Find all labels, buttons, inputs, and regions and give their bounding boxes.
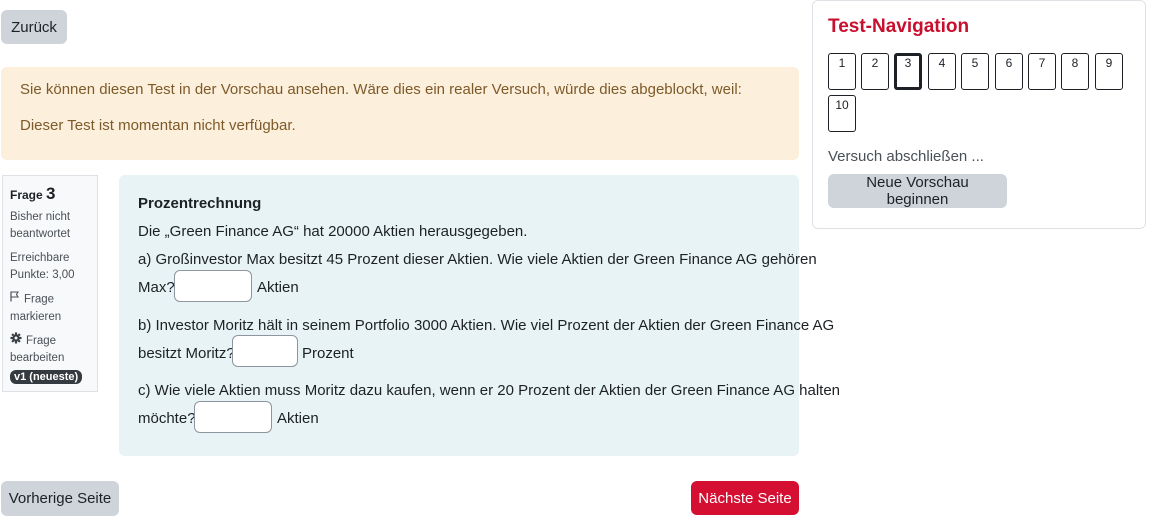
gear-icon <box>10 332 22 350</box>
answer-b-unit: Prozent <box>302 345 354 362</box>
test-navigation-title: Test-Navigation <box>828 16 970 37</box>
nav-page-10[interactable]: 10 <box>828 95 856 132</box>
answer-c-unit: Aktien <box>277 410 319 427</box>
subquestion-a-text-end: Max? <box>138 279 175 296</box>
answer-c-input[interactable] <box>194 401 272 433</box>
new-preview-button[interactable]: Neue Vorschau beginnen <box>828 174 1007 208</box>
subquestion-c-text: c) Wie viele Aktien muss Moritz dazu kau… <box>138 382 841 399</box>
question-info-panel: Frage 3 Bisher nicht beantwortet Erreich… <box>2 175 98 392</box>
flag-question-line2: markieren <box>10 310 62 323</box>
version-badge: v1 (neueste) <box>10 370 83 384</box>
question-number: Frage 3 <box>10 184 56 204</box>
answer-a-input[interactable] <box>174 270 252 302</box>
question-intro: Die „Green Finance AG“ hat 20000 Aktien … <box>138 223 528 240</box>
alert-reason: Dieser Test ist momentan nicht verfügbar… <box>20 117 296 134</box>
nav-page-3[interactable]: 3 <box>894 53 922 90</box>
flag-icon <box>10 291 20 308</box>
question-content: Prozentrechnung Die „Green Finance AG“ h… <box>119 175 840 456</box>
nav-page-7[interactable]: 7 <box>1028 53 1056 90</box>
answer-a-unit: Aktien <box>257 279 299 296</box>
preview-alert: Sie können diesen Test in der Vorschau a… <box>1 67 799 160</box>
subquestion-b-text: b) Investor Moritz hält in seinem Portfo… <box>138 317 835 334</box>
nav-page-4[interactable]: 4 <box>928 53 956 90</box>
subquestion-a-text: a) Großinvestor Max besitzt 45 Prozent d… <box>138 251 817 268</box>
back-button[interactable]: Zurück <box>1 10 67 44</box>
question-number-value: 3 <box>46 184 56 203</box>
question-grade-line1: Erreichbare <box>10 252 70 264</box>
question-grade: Erreichbare Punkte: 3,00 <box>10 250 75 284</box>
answer-b-input[interactable] <box>232 335 298 367</box>
flag-question-link[interactable]: Frage markieren <box>10 291 61 326</box>
question-state: Bisher nicht beantwortet <box>10 209 70 243</box>
previous-page-button[interactable]: Vorherige Seite <box>1 481 119 516</box>
nav-page-9[interactable]: 9 <box>1095 53 1123 90</box>
alert-message: Sie können diesen Test in der Vorschau a… <box>20 81 742 98</box>
finish-attempt-link[interactable]: Versuch abschließen ... <box>828 148 984 165</box>
nav-page-6[interactable]: 6 <box>995 53 1023 90</box>
subquestion-c-text-end: möchte? <box>138 410 196 427</box>
nav-page-1[interactable]: 1 <box>828 53 856 90</box>
nav-page-8[interactable]: 8 <box>1061 53 1089 90</box>
question-grade-line2: Punkte: 3,00 <box>10 269 75 281</box>
edit-question-line2: bearbeiten <box>10 352 65 365</box>
question-state-line2: beantwortet <box>10 228 71 240</box>
edit-question-line1: Frage <box>26 335 57 348</box>
question-title: Prozentrechnung <box>138 195 262 212</box>
nav-page-2[interactable]: 2 <box>861 53 889 90</box>
subquestion-b-text-end: besitzt Moritz? <box>138 345 235 362</box>
nav-page-5[interactable]: 5 <box>961 53 989 90</box>
test-navigation-panel: Test-Navigation 1 2 3 4 5 6 7 8 9 10 Ver… <box>812 0 1146 229</box>
question-label: Frage <box>10 188 43 202</box>
question-state-line1: Bisher nicht <box>10 211 71 223</box>
next-page-button[interactable]: Nächste Seite <box>691 481 799 515</box>
edit-question-link[interactable]: Frage bearbeiten <box>10 332 64 367</box>
flag-question-line1: Frage <box>24 293 55 306</box>
